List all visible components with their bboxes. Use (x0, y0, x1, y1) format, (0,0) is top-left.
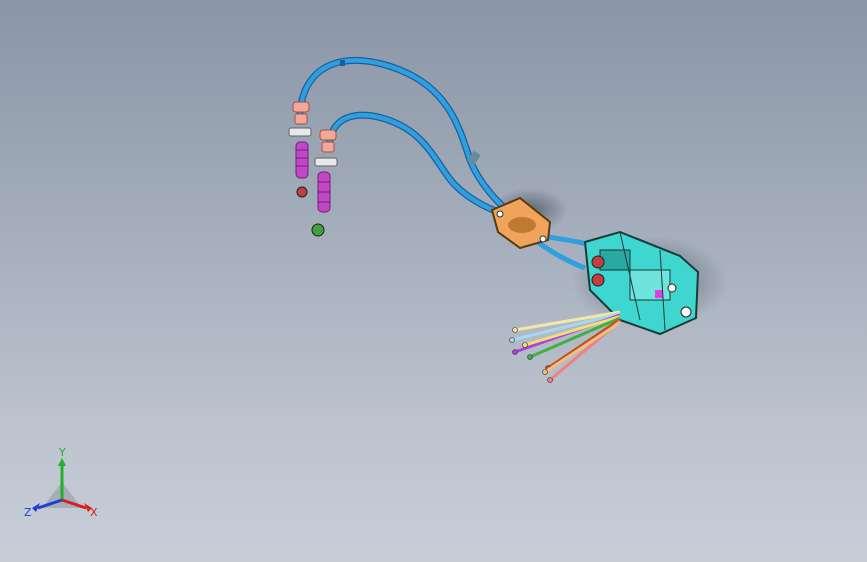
bracket-recess (508, 217, 536, 233)
ball-joint-icon (296, 186, 308, 198)
y-axis-label: Y (58, 446, 66, 459)
bolt-icon (539, 235, 547, 243)
connector-icon (591, 273, 605, 287)
wire-terminal-icon (509, 337, 515, 343)
bushing-icon (319, 129, 337, 141)
housing-face (629, 269, 671, 301)
z-axis-label: Z (24, 506, 32, 519)
wire-terminal-icon (522, 342, 528, 348)
bushing-icon (292, 101, 310, 113)
housing-port (599, 249, 631, 271)
rubber-boot-icon (295, 141, 309, 179)
wire-terminal-icon (547, 377, 553, 383)
bushing-icon (294, 113, 308, 125)
bolt-icon (496, 210, 504, 218)
cable-end-right[interactable] (311, 129, 338, 237)
cad-viewport[interactable]: Y X Z (0, 0, 867, 562)
wire-terminal-icon (512, 349, 518, 355)
x-axis-label: X (90, 506, 98, 519)
wire-terminal-icon (512, 327, 518, 333)
bracket-plate-icon (314, 157, 338, 167)
wire-harness[interactable] (509, 310, 621, 383)
mount-hole-icon (680, 306, 692, 318)
wire-terminal-icon (527, 354, 533, 360)
mount-hole-icon (667, 283, 677, 293)
model-canvas[interactable]: Y X Z (0, 0, 867, 562)
cable-clip-icon (340, 60, 345, 66)
cable-end-left[interactable] (288, 101, 312, 198)
sensor-icon (655, 290, 663, 298)
bracket-plate-icon (288, 127, 312, 137)
wire-terminal-icon (542, 369, 548, 375)
bushing-icon (321, 141, 335, 153)
connector-icon (591, 255, 605, 269)
lower-cable-outline (326, 111, 509, 218)
ball-joint-icon (311, 223, 325, 237)
axis-triad[interactable]: Y X Z (24, 446, 98, 519)
